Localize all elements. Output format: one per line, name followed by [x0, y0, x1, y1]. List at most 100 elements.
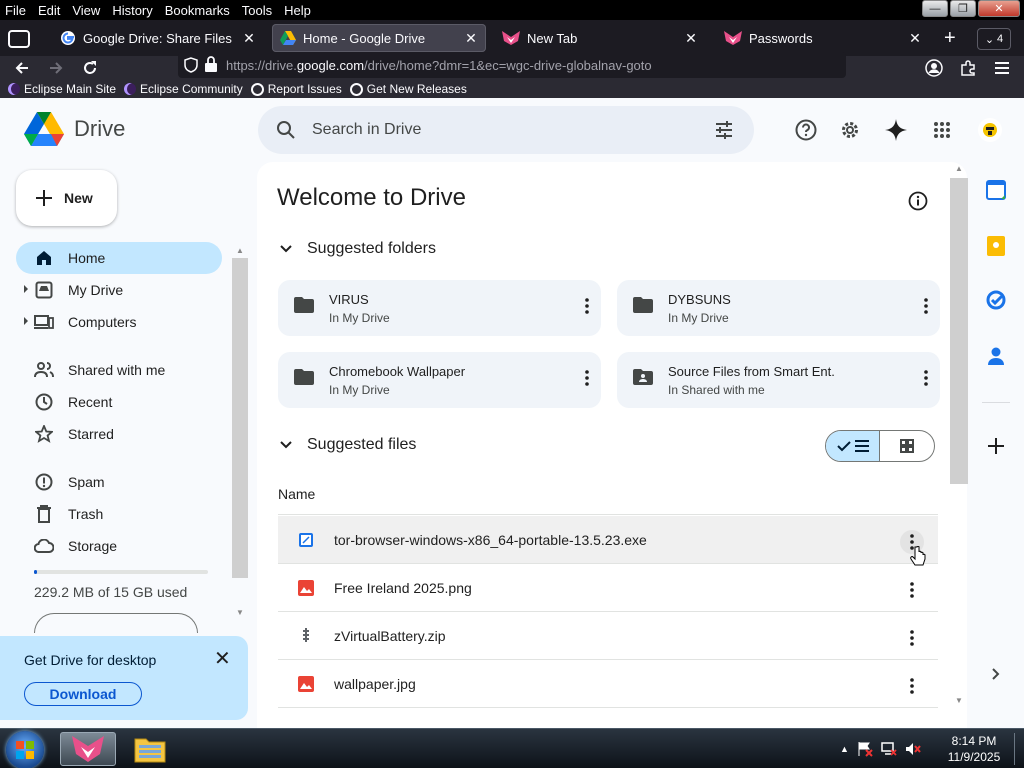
folder-card-source-files[interactable]: Source Files from Smart Ent. In Shared w… [617, 352, 940, 408]
bookmark-eclipse-community[interactable]: Eclipse Community [124, 82, 243, 96]
sidebar-item-my-drive[interactable]: My Drive [16, 274, 222, 306]
file-row-free-ireland[interactable]: Free Ireland 2025.png [278, 564, 938, 612]
network-icon[interactable] [881, 741, 897, 757]
url-bar[interactable]: https://drive.google.com/drive/home?dmr=… [178, 52, 846, 78]
menu-history[interactable]: History [106, 3, 158, 18]
more-vert-icon[interactable] [900, 578, 924, 602]
tab-passwords[interactable]: Passwords ✕ [716, 24, 930, 52]
sidebar-item-shared-with-me[interactable]: Shared with me [16, 354, 222, 386]
menu-bookmarks[interactable]: Bookmarks [159, 3, 236, 18]
download-button[interactable]: Download [24, 682, 142, 706]
tray-expand-icon[interactable]: ▲ [840, 744, 849, 754]
reload-icon [84, 61, 96, 74]
close-tab-icon[interactable]: ✕ [242, 30, 256, 47]
settings-button[interactable] [838, 118, 862, 142]
file-row-tor-browser[interactable]: tor-browser-windows-x86_64-portable-13.5… [278, 516, 938, 564]
expand-caret-icon[interactable] [24, 285, 28, 293]
main-scrollbar[interactable] [950, 178, 968, 484]
extensions-button[interactable] [956, 56, 980, 80]
get-more-storage-button[interactable] [34, 613, 198, 633]
menu-tools[interactable]: Tools [236, 3, 278, 18]
github-icon [349, 82, 363, 96]
bookmark-eclipse-main[interactable]: Eclipse Main Site [8, 82, 116, 96]
file-row-wallpaper[interactable]: wallpaper.jpg [278, 660, 938, 708]
info-icon[interactable] [907, 190, 929, 212]
chevron-right-icon[interactable] [986, 664, 1006, 684]
gemini-button[interactable] [884, 118, 908, 142]
tab-home-google-drive[interactable]: Home - Google Drive ✕ [272, 24, 486, 52]
more-vert-icon[interactable] [585, 370, 589, 386]
support-button[interactable] [794, 118, 818, 142]
grid-view-button[interactable] [880, 431, 934, 461]
new-tab-button[interactable]: + [944, 27, 956, 50]
volume-muted-icon[interactable] [905, 741, 921, 757]
back-button[interactable] [10, 56, 34, 80]
minimize-button[interactable]: — [922, 0, 948, 17]
calendar-app-icon[interactable] [986, 180, 1006, 200]
bookmark-get-new-releases[interactable]: Get New Releases [349, 82, 467, 96]
sidebar-item-recent[interactable]: Recent [16, 386, 222, 418]
forward-button[interactable] [44, 56, 68, 80]
close-icon[interactable]: ✕ [214, 646, 231, 671]
menu-edit[interactable]: Edit [32, 3, 66, 18]
search-input[interactable]: Search in Drive [312, 121, 421, 139]
column-header-name[interactable]: Name [278, 486, 315, 502]
menu-file[interactable]: File [0, 3, 32, 18]
menu-help[interactable]: Help [278, 3, 317, 18]
folder-card-virus[interactable]: VIRUS In My Drive [278, 280, 601, 336]
keep-app-icon[interactable] [986, 236, 1006, 256]
tasks-app-icon[interactable] [986, 290, 1006, 310]
list-view-button[interactable] [826, 431, 881, 461]
sidebar-item-starred[interactable]: Starred [16, 418, 222, 450]
tab-google-drive-share[interactable]: Google Drive: Share Files Online ✕ [52, 24, 264, 52]
sidebar-item-spam[interactable]: Spam [16, 466, 222, 498]
suggested-files-header[interactable]: Suggested files [279, 436, 416, 454]
folder-card-dybsuns[interactable]: DYBSUNS In My Drive [617, 280, 940, 336]
tab-new-tab[interactable]: New Tab ✕ [494, 24, 706, 52]
close-tab-icon[interactable]: ✕ [464, 30, 478, 47]
account-button[interactable] [922, 56, 946, 80]
scroll-down-arrow-icon[interactable]: ▼ [236, 608, 244, 617]
contacts-app-icon[interactable] [986, 346, 1006, 366]
bookmark-report-issues[interactable]: Report Issues [250, 82, 342, 96]
restore-button[interactable]: ❐ [950, 0, 976, 17]
file-row-zvirtualbattery[interactable]: zVirtualBattery.zip [278, 612, 938, 660]
sidebar-item-storage[interactable]: Storage [16, 530, 222, 562]
account-avatar[interactable] [978, 118, 1002, 142]
sidebar-item-trash[interactable]: Trash [16, 498, 222, 530]
scroll-down-arrow-icon[interactable]: ▼ [955, 696, 963, 705]
close-window-button[interactable]: ✕ [978, 0, 1020, 17]
more-vert-icon[interactable] [924, 298, 928, 314]
google-apps-button[interactable] [930, 118, 954, 142]
more-vert-icon[interactable] [924, 370, 928, 386]
folder-card-chromebook-wallpaper[interactable]: Chromebook Wallpaper In My Drive [278, 352, 601, 408]
more-vert-icon[interactable] [900, 626, 924, 650]
close-tab-icon[interactable]: ✕ [908, 30, 922, 47]
sidebar-item-home[interactable]: Home [16, 242, 222, 274]
close-tab-icon[interactable]: ✕ [684, 30, 698, 47]
add-addon-icon[interactable] [986, 436, 1006, 456]
taskbar-browser-button[interactable] [60, 732, 116, 766]
scroll-up-arrow-icon[interactable]: ▲ [236, 246, 244, 255]
more-vert-icon[interactable] [900, 674, 924, 698]
tab-count-button[interactable]: ⌄ 4 [977, 28, 1011, 50]
taskbar-explorer-button[interactable] [122, 732, 178, 766]
sidebar-scrollbar[interactable] [232, 258, 248, 578]
expand-caret-icon[interactable] [24, 317, 28, 325]
search-bar[interactable]: Search in Drive [258, 106, 754, 154]
clock[interactable]: 8:14 PM 11/9/2025 [940, 733, 1008, 765]
action-center-flag-icon[interactable] [857, 741, 873, 757]
start-button[interactable] [6, 731, 44, 768]
search-options-icon[interactable] [714, 120, 734, 140]
suggested-folders-header[interactable]: Suggested folders [279, 240, 436, 258]
drive-logo[interactable]: Drive [24, 112, 125, 146]
scroll-up-arrow-icon[interactable]: ▲ [955, 164, 963, 173]
reload-button[interactable] [78, 56, 102, 80]
app-menu-button[interactable] [990, 56, 1014, 80]
new-button[interactable]: New [16, 170, 117, 226]
menu-view[interactable]: View [66, 3, 106, 18]
tab-overview-icon[interactable] [8, 30, 30, 48]
sidebar-item-computers[interactable]: Computers [16, 306, 222, 338]
more-vert-icon[interactable] [585, 298, 589, 314]
show-desktop-button[interactable] [1014, 733, 1020, 765]
